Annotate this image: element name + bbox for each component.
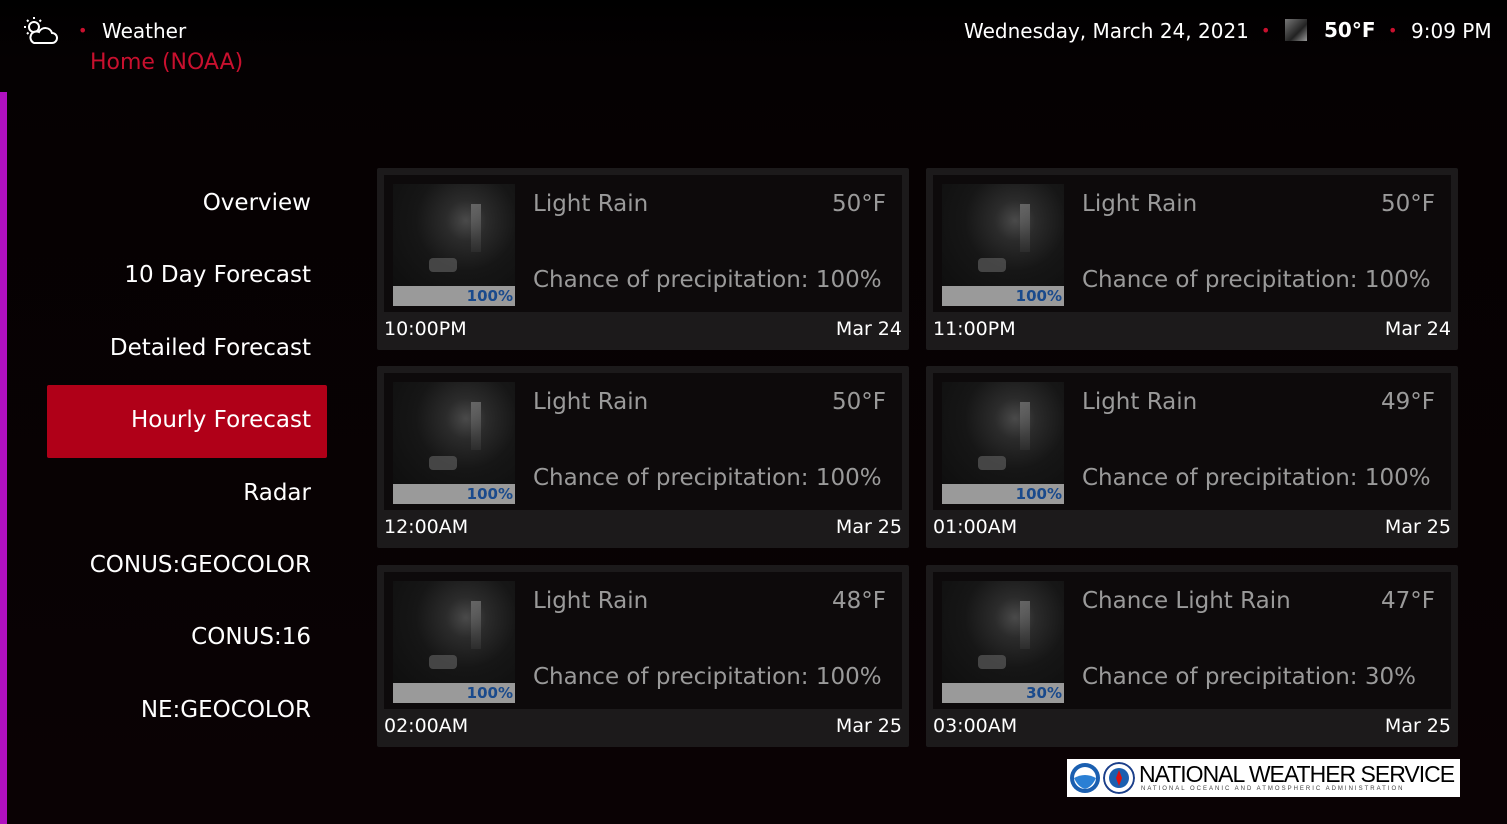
- forecast-temperature: 50°F: [832, 191, 886, 217]
- scrollbar[interactable]: [0, 92, 7, 824]
- forecast-temperature: 48°F: [832, 588, 886, 614]
- forecast-temperature: 47°F: [1381, 588, 1435, 614]
- menu-item-conus-16[interactable]: CONUS:16: [191, 624, 311, 650]
- separator-dot: •: [1261, 21, 1271, 40]
- thumb-percent: 100%: [1015, 287, 1062, 305]
- partly-cloudy-icon: [24, 17, 58, 44]
- forecast-card-body: 100% Light Rain 49°F Chance of precipita…: [933, 373, 1451, 510]
- rain-icon: 100%: [942, 382, 1064, 504]
- forecast-precipitation: Chance of precipitation: 100%: [533, 267, 882, 293]
- forecast-date: Mar 25: [1384, 715, 1451, 737]
- current-time: 9:09 PM: [1411, 19, 1492, 43]
- forecast-precipitation: Chance of precipitation: 100%: [533, 465, 882, 491]
- forecast-time: 11:00PM: [933, 318, 1016, 340]
- forecast-precipitation: Chance of precipitation: 100%: [533, 664, 882, 690]
- forecast-time: 10:00PM: [384, 318, 467, 340]
- rain-icon: 100%: [942, 184, 1064, 306]
- current-condition-icon: [1285, 19, 1307, 41]
- thumb-percent: 100%: [466, 485, 513, 503]
- chance-rain-icon: 30%: [942, 581, 1064, 703]
- forecast-card[interactable]: 100% Light Rain 50°F Chance of precipita…: [377, 168, 909, 350]
- nws-logo: NATIONAL WEATHER SERVICE NATIONAL OCEANI…: [1067, 759, 1460, 797]
- breadcrumb: Home (NOAA): [90, 50, 244, 75]
- forecast-condition: Light Rain: [1082, 191, 1198, 217]
- thumb-percent: 30%: [1026, 684, 1062, 702]
- forecast-date: Mar 24: [835, 318, 902, 340]
- separator-dot: •: [78, 21, 88, 40]
- forecast-temperature: 50°F: [832, 389, 886, 415]
- menu-item-conus-geocolor[interactable]: CONUS:GEOCOLOR: [90, 552, 311, 578]
- menu-item-radar[interactable]: Radar: [243, 480, 311, 506]
- thumb-percent: 100%: [466, 287, 513, 305]
- forecast-card[interactable]: 100% Light Rain 48°F Chance of precipita…: [377, 565, 909, 747]
- forecast-time: 01:00AM: [933, 516, 1018, 538]
- forecast-precipitation: Chance of precipitation: 100%: [1082, 465, 1431, 491]
- forecast-card-body: 30% Chance Light Rain 47°F Chance of pre…: [933, 572, 1451, 709]
- nws-logo-text: NATIONAL WEATHER SERVICE: [1139, 761, 1455, 787]
- rain-icon: 100%: [393, 581, 515, 703]
- noaa-seal-icon: [1070, 763, 1100, 793]
- current-temperature: 50°F: [1324, 18, 1376, 42]
- forecast-time: 03:00AM: [933, 715, 1018, 737]
- app-title: Weather: [102, 19, 187, 43]
- forecast-card-body: 100% Light Rain 48°F Chance of precipita…: [384, 572, 902, 709]
- menu-item-overview[interactable]: Overview: [203, 190, 311, 216]
- nws-seal-icon: [1103, 762, 1135, 794]
- forecast-card-body: 100% Light Rain 50°F Chance of precipita…: [933, 175, 1451, 312]
- forecast-card[interactable]: 100% Light Rain 49°F Chance of precipita…: [926, 366, 1458, 548]
- forecast-time: 12:00AM: [384, 516, 469, 538]
- forecast-condition: Light Rain: [1082, 389, 1198, 415]
- forecast-condition: Light Rain: [533, 191, 649, 217]
- menu-item-detailed-forecast[interactable]: Detailed Forecast: [110, 335, 311, 361]
- forecast-card[interactable]: 30% Chance Light Rain 47°F Chance of pre…: [926, 565, 1458, 747]
- rain-icon: 100%: [393, 184, 515, 306]
- forecast-card-body: 100% Light Rain 50°F Chance of precipita…: [384, 175, 902, 312]
- forecast-precipitation: Chance of precipitation: 30%: [1082, 664, 1416, 690]
- rain-icon: 100%: [393, 382, 515, 504]
- nws-logo-subtext: NATIONAL OCEANIC AND ATMOSPHERIC ADMINIS…: [1141, 786, 1405, 792]
- thumb-percent: 100%: [466, 684, 513, 702]
- forecast-date: Mar 25: [835, 516, 902, 538]
- forecast-condition: Chance Light Rain: [1082, 588, 1291, 614]
- forecast-temperature: 50°F: [1381, 191, 1435, 217]
- forecast-card[interactable]: 100% Light Rain 50°F Chance of precipita…: [377, 366, 909, 548]
- forecast-card[interactable]: 100% Light Rain 50°F Chance of precipita…: [926, 168, 1458, 350]
- separator-dot: •: [1388, 21, 1398, 40]
- menu-item-ne-geocolor[interactable]: NE:GEOCOLOR: [141, 697, 311, 723]
- forecast-temperature: 49°F: [1381, 389, 1435, 415]
- thumb-percent: 100%: [1015, 485, 1062, 503]
- forecast-date: Mar 25: [1384, 516, 1451, 538]
- menu-item-10-day-forecast[interactable]: 10 Day Forecast: [124, 262, 311, 288]
- forecast-time: 02:00AM: [384, 715, 469, 737]
- forecast-date: Mar 24: [1384, 318, 1451, 340]
- menu-item-hourly-forecast[interactable]: Hourly Forecast: [131, 407, 311, 433]
- forecast-precipitation: Chance of precipitation: 100%: [1082, 267, 1431, 293]
- forecast-condition: Light Rain: [533, 588, 649, 614]
- current-date: Wednesday, March 24, 2021: [964, 19, 1249, 43]
- forecast-date: Mar 25: [835, 715, 902, 737]
- top-bar: • Weather Home (NOAA) Wednesday, March 2…: [0, 0, 1507, 90]
- forecast-card-body: 100% Light Rain 50°F Chance of precipita…: [384, 373, 902, 510]
- forecast-condition: Light Rain: [533, 389, 649, 415]
